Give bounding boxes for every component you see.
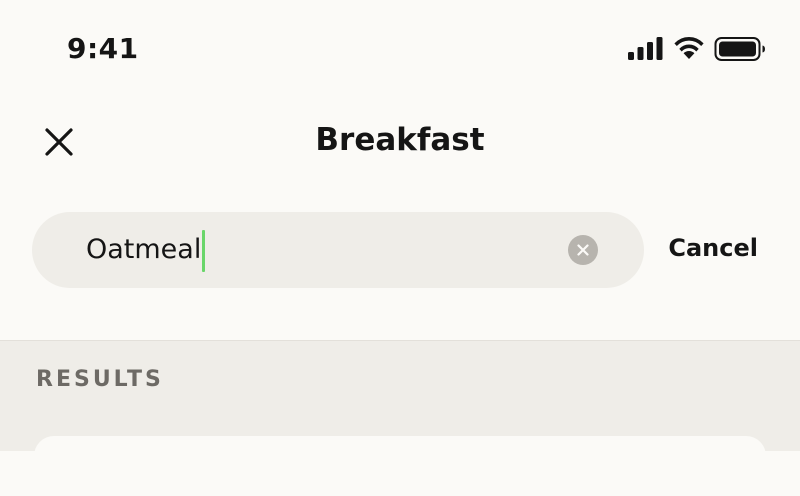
result-card[interactable] [34, 436, 766, 496]
text-caret [202, 230, 206, 272]
search-input-value: Oatmeal [86, 234, 202, 265]
search-field[interactable]: Oatmeal [32, 212, 644, 288]
battery-icon [714, 37, 765, 61]
results-section: RESULTS [0, 340, 800, 496]
wifi-icon [674, 37, 704, 59]
cellular-signal-icon [628, 37, 663, 60]
close-button[interactable] [34, 118, 84, 164]
search-row: Oatmeal Cancel [0, 210, 800, 290]
cancel-button[interactable]: Cancel [668, 230, 758, 266]
page-title: Breakfast [315, 122, 485, 158]
results-header: RESULTS [36, 367, 164, 392]
clear-icon [577, 244, 589, 256]
close-icon [45, 128, 73, 156]
status-time: 9:41 [67, 32, 139, 65]
status-icons [628, 36, 768, 62]
search-input[interactable]: Oatmeal [86, 230, 206, 272]
clear-search-button[interactable] [568, 235, 598, 265]
nav-bar: Breakfast [0, 100, 800, 180]
status-bar: 9:41 [0, 0, 800, 100]
